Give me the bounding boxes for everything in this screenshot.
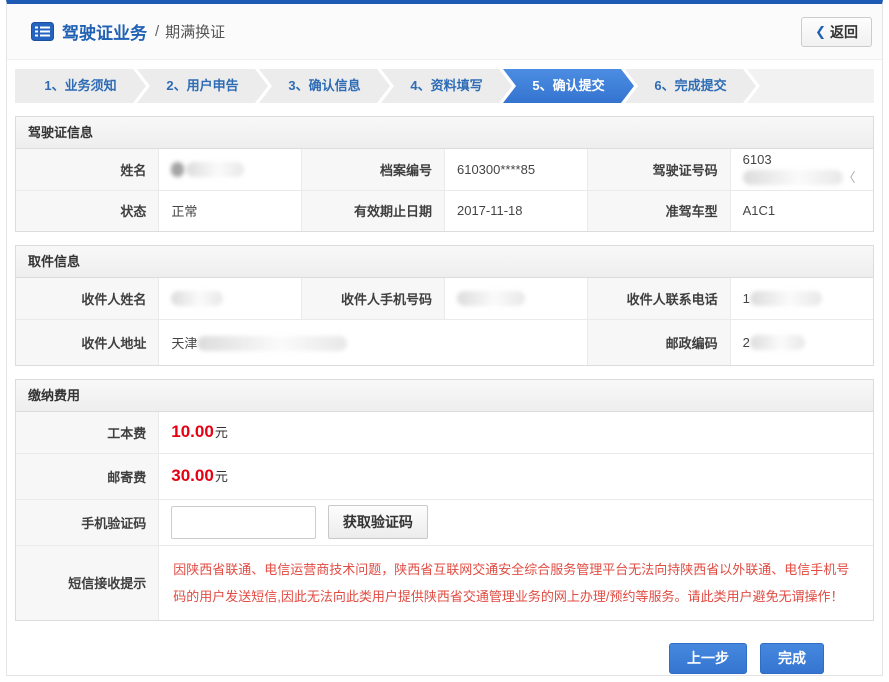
pickup-info-table: 收件人姓名 收件人手机号码 收件人联系电话 1 收件人地址 天津 邮政编码 2 [16,278,873,365]
step-3-confirm-info[interactable]: 3、确认信息 [259,69,390,103]
previous-step-button[interactable]: 上一步 [669,643,747,674]
breadcrumb: 驾驶证业务 / 期满换证 [31,19,225,44]
sms-code-cell: 获取验证码 [159,499,873,545]
recipient-phone-value: 1 [730,278,873,319]
sms-notice-text: 因陕西省联通、电信运营商技术问题，陕西省互联网交通安全综合服务管理平台无法向持陕… [173,556,859,610]
production-fee-value: 10.00元 [159,412,873,453]
redacted-text [186,162,244,177]
chevron-left-icon: ❮ [815,24,826,40]
license-number-label: 驾驶证号码 [587,149,730,190]
redacted-text [743,170,843,185]
postcode-value: 2 [730,319,873,365]
name-value [159,149,302,190]
pickup-info-title: 取件信息 [16,246,873,278]
recipient-address-visible: 天津 [171,336,197,351]
recipient-phone-label: 收件人联系电话 [587,278,730,319]
table-row: 状态 正常 有效期止日期 2017-11-18 准驾车型 A1C1 [16,190,873,231]
breadcrumb-separator: / [155,23,159,40]
table-row: 收件人姓名 收件人手机号码 收件人联系电话 1 [16,278,873,319]
license-info-title: 驾驶证信息 [16,117,873,149]
redacted-text [171,162,184,177]
page-header: 驾驶证业务 / 期满换证 ❮ 返回 [7,4,882,60]
license-number-tail: 〈 [843,170,856,185]
fees-panel: 缴纳费用 工本费 10.00元 邮寄费 30.00元 手机验证码 获取验证码 短… [15,379,874,621]
recipient-phone-visible: 1 [743,291,750,306]
back-button-label: 返回 [830,22,858,42]
license-info-table: 姓名 档案编号 610300****85 驾驶证号码 6103 〈 状态 正常 有… [16,149,873,231]
redacted-text [171,291,223,306]
sms-code-label: 手机验证码 [16,499,159,545]
sms-notice-label: 短信接收提示 [16,545,159,620]
table-row: 邮寄费 30.00元 [16,453,873,499]
production-fee-label: 工本费 [16,412,159,453]
license-number-visible: 6103 [743,152,772,167]
sms-code-input[interactable] [171,506,316,539]
vehicle-type-value: A1C1 [730,190,873,231]
redacted-text [197,336,347,351]
mailing-fee-label: 邮寄费 [16,453,159,499]
recipient-name-label: 收件人姓名 [16,278,159,319]
production-fee-amount: 10.00 [171,422,214,441]
step-5-confirm-submit[interactable]: 5、确认提交 [503,69,634,103]
valid-until-label: 有效期止日期 [302,190,445,231]
recipient-address-label: 收件人地址 [16,319,159,365]
valid-until-value: 2017-11-18 [444,190,587,231]
vehicle-type-label: 准驾车型 [587,190,730,231]
redacted-text [750,291,822,306]
pickup-info-panel: 取件信息 收件人姓名 收件人手机号码 收件人联系电话 1 收件人地址 天津 邮政… [15,245,874,366]
sms-notice-cell: 因陕西省联通、电信运营商技术问题，陕西省互联网交通安全综合服务管理平台无法向持陕… [159,545,873,620]
fees-table: 工本费 10.00元 邮寄费 30.00元 手机验证码 获取验证码 短信接收提示… [16,412,873,620]
recipient-address-value: 天津 [159,319,587,365]
back-button[interactable]: ❮ 返回 [801,17,872,47]
step-wizard: 1、业务须知 2、用户申告 3、确认信息 4、资料填写 5、确认提交 6、完成提… [15,69,874,103]
mailing-fee-amount: 30.00 [171,466,214,485]
mailing-fee-unit: 元 [215,469,228,484]
finish-button[interactable]: 完成 [760,643,824,674]
table-row: 短信接收提示 因陕西省联通、电信运营商技术问题，陕西省互联网交通安全综合服务管理… [16,545,873,620]
step-6-complete-submit[interactable]: 6、完成提交 [625,69,756,103]
redacted-text [457,291,525,306]
production-fee-unit: 元 [215,425,228,440]
postcode-label: 邮政编码 [587,319,730,365]
fees-title: 缴纳费用 [16,380,873,412]
table-row: 工本费 10.00元 [16,412,873,453]
page-container: 驾驶证业务 / 期满换证 ❮ 返回 1、业务须知 2、用户申告 3、确认信息 4… [6,0,883,676]
step-2-declaration[interactable]: 2、用户申告 [137,69,268,103]
license-number-value: 6103 〈 [730,149,873,190]
file-number-value: 610300****85 [444,149,587,190]
page-title: 期满换证 [165,21,225,42]
recipient-name-value [159,278,302,319]
redacted-text [750,335,805,350]
step-filler [747,69,874,103]
status-label: 状态 [16,190,159,231]
name-label: 姓名 [16,149,159,190]
status-value: 正常 [159,190,302,231]
postcode-visible: 2 [743,335,750,350]
recipient-mobile-label: 收件人手机号码 [302,278,445,319]
bottom-actions: 上一步 完成 [7,643,882,674]
mailing-fee-value: 30.00元 [159,453,873,499]
table-row: 手机验证码 获取验证码 [16,499,873,545]
recipient-mobile-value [444,278,587,319]
form-list-icon [31,22,54,41]
breadcrumb-section-title[interactable]: 驾驶证业务 [62,19,147,44]
file-number-label: 档案编号 [302,149,445,190]
get-code-button[interactable]: 获取验证码 [328,505,428,539]
license-info-panel: 驾驶证信息 姓名 档案编号 610300****85 驾驶证号码 6103 〈 状… [15,116,874,232]
table-row: 收件人地址 天津 邮政编码 2 [16,319,873,365]
table-row: 姓名 档案编号 610300****85 驾驶证号码 6103 〈 [16,149,873,190]
step-1-notice[interactable]: 1、业务须知 [15,69,146,103]
step-4-fill-data[interactable]: 4、资料填写 [381,69,512,103]
